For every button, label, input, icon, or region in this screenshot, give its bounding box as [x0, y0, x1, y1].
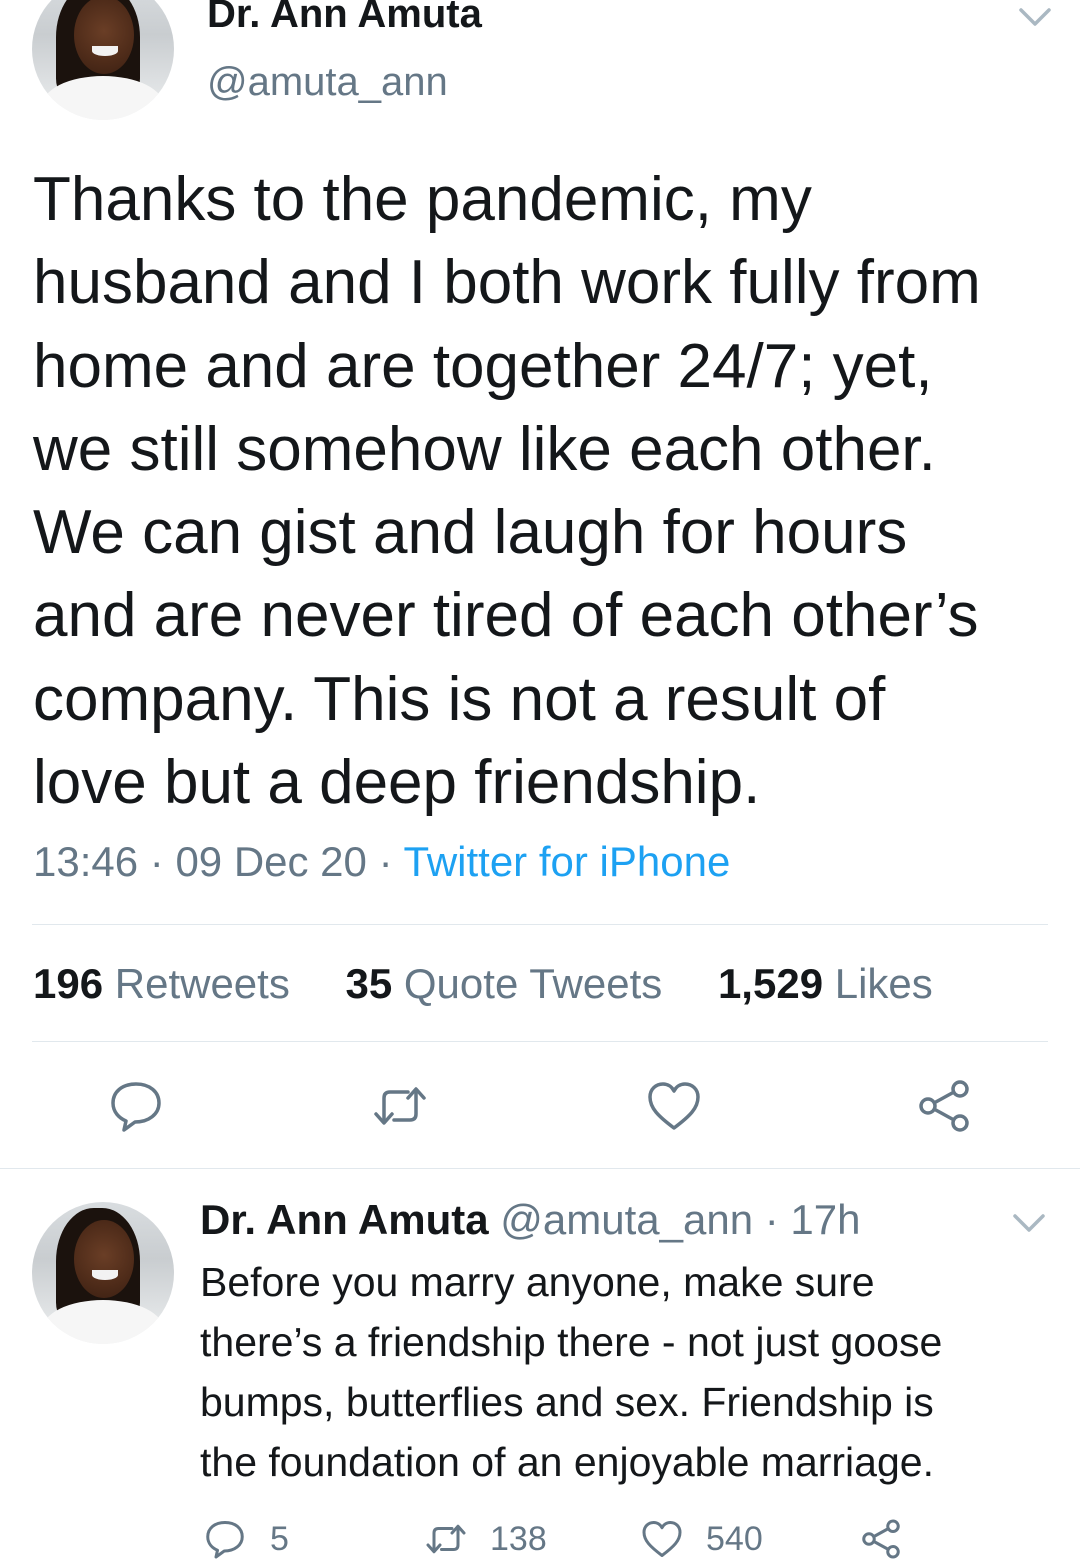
- reply-like-count: 540: [706, 1520, 763, 1558]
- author-handle[interactable]: @amuta_ann: [207, 60, 448, 105]
- likes-stat[interactable]: 1,529 Likes: [718, 960, 933, 1007]
- reply-text: Before you marry anyone, make sure there…: [200, 1259, 943, 1485]
- reply-avatar[interactable]: [32, 1202, 174, 1344]
- quotes-count: 35: [345, 960, 393, 1007]
- like-icon[interactable]: [640, 1518, 684, 1560]
- tweet-text: Thanks to the pandemic, my husband and I…: [33, 165, 981, 818]
- reply-header: Dr. Ann Amuta @amuta_ann · 17h: [200, 1196, 860, 1244]
- reply-retweet-count: 138: [490, 1520, 547, 1558]
- quotes-stat[interactable]: 35 Quote Tweets: [346, 960, 663, 1007]
- reply-author-name[interactable]: Dr. Ann Amuta: [200, 1196, 489, 1243]
- retweet-icon[interactable]: [372, 1078, 428, 1134]
- likes-label: Likes: [834, 960, 933, 1007]
- separator-dot: ·: [378, 838, 404, 885]
- reply-count: 5: [270, 1520, 289, 1558]
- reply-author-handle[interactable]: @amuta_ann: [500, 1196, 753, 1243]
- retweets-stat[interactable]: 196 Retweets: [33, 960, 290, 1007]
- share-icon[interactable]: [860, 1518, 902, 1560]
- tweet-source-link[interactable]: Twitter for iPhone: [403, 838, 730, 885]
- chevron-down-icon[interactable]: [1012, 1212, 1046, 1234]
- tweet-metadata: 13:46 · 09 Dec 20 · Twitter for iPhone: [33, 838, 730, 886]
- retweets-label: Retweets: [114, 960, 290, 1007]
- divider: [32, 1041, 1048, 1042]
- separator-dot: ·: [149, 838, 176, 885]
- author-name[interactable]: Dr. Ann Amuta: [207, 0, 482, 37]
- engagement-stats: 196 Retweets 35 Quote Tweets 1,529 Likes: [33, 960, 933, 1008]
- retweets-count: 196: [33, 960, 104, 1007]
- divider: [0, 1168, 1080, 1169]
- tweet-time[interactable]: 13:46: [33, 838, 138, 885]
- quotes-label: Quote Tweets: [403, 960, 663, 1007]
- chevron-down-icon[interactable]: [1018, 6, 1052, 28]
- separator-dot: ·: [753, 1196, 791, 1243]
- divider: [32, 924, 1048, 925]
- likes-count: 1,529: [717, 960, 824, 1007]
- retweet-icon[interactable]: [424, 1518, 468, 1560]
- reply-icon[interactable]: [204, 1518, 246, 1560]
- share-icon[interactable]: [916, 1078, 972, 1134]
- main-avatar[interactable]: [32, 0, 174, 120]
- tweet-date[interactable]: 09 Dec 20: [175, 838, 366, 885]
- reply-age[interactable]: 17h: [790, 1196, 860, 1243]
- like-icon[interactable]: [646, 1078, 702, 1134]
- reply-icon[interactable]: [108, 1078, 164, 1134]
